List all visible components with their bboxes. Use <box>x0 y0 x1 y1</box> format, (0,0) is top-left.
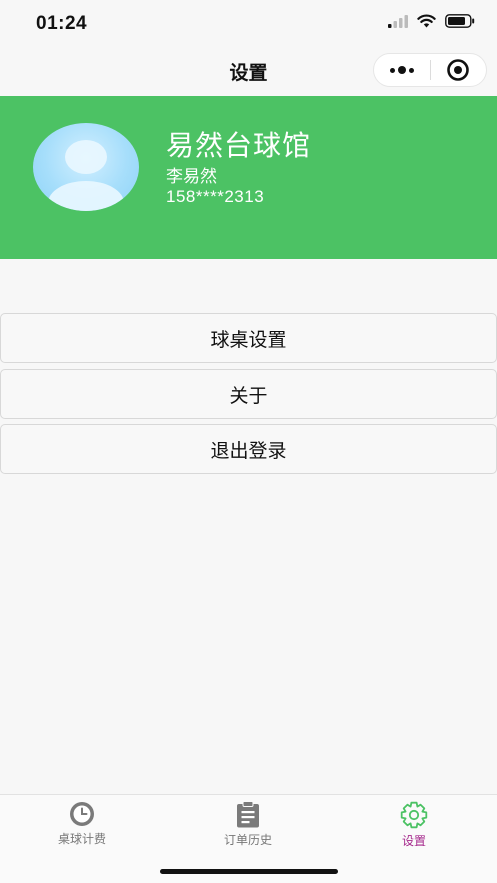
default-user-icon <box>48 140 124 211</box>
profile-header: 易然台球馆 李易然 158****2313 <box>0 96 497 259</box>
battery-icon <box>445 14 475 28</box>
clipboard-icon <box>237 801 259 828</box>
more-button[interactable] <box>374 54 430 86</box>
status-time: 01:24 <box>36 13 88 34</box>
clock-icon <box>70 802 94 826</box>
target-close-icon <box>447 59 470 81</box>
owner-name: 李易然 <box>166 167 217 187</box>
wifi-icon <box>417 14 436 28</box>
table-settings-button[interactable]: 球桌设置 <box>0 313 497 363</box>
shop-name: 易然台球馆 <box>166 129 312 162</box>
nav-bar: 设置 <box>0 48 497 96</box>
gear-icon <box>400 801 428 829</box>
close-miniprogram-button[interactable] <box>431 54 487 86</box>
tab-order-history[interactable]: 订单历史 <box>188 801 308 851</box>
tab-label-order-history: 订单历史 <box>223 833 272 847</box>
phone-number: 158****2313 <box>166 187 265 206</box>
signal-icon <box>388 14 408 28</box>
avatar <box>33 123 139 211</box>
tab-label-settings: 设置 <box>401 834 426 848</box>
tab-billing[interactable]: 桌球计费 <box>22 801 142 851</box>
tab-settings[interactable]: 设置 <box>354 801 474 851</box>
status-icons <box>388 14 475 28</box>
miniprogram-capsule <box>373 53 487 87</box>
about-button[interactable]: 关于 <box>0 369 497 419</box>
more-dots-icon <box>389 66 414 74</box>
status-bar: 01:24 <box>0 0 497 48</box>
tab-label-billing: 桌球计费 <box>57 832 106 846</box>
logout-button[interactable]: 退出登录 <box>0 424 497 474</box>
home-indicator <box>160 869 338 874</box>
